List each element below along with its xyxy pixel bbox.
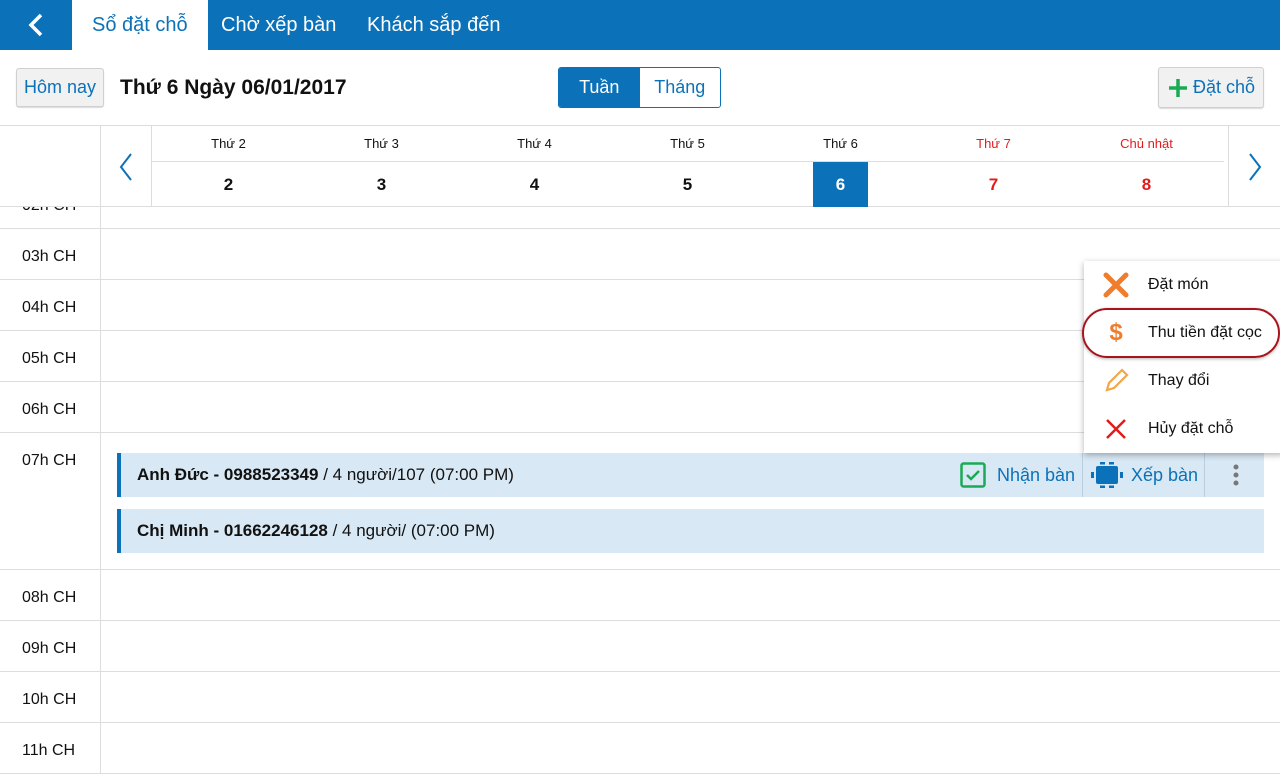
hour-label: 05h CH: [22, 350, 77, 367]
view-toggle: Tuần Tháng: [558, 67, 721, 108]
pencil-icon: [1105, 368, 1129, 392]
menu-item-cancel-booking[interactable]: Hủy đặt chỗ: [1084, 405, 1280, 453]
chevron-left-icon: [119, 152, 132, 181]
booking-detail: / 4 người/107 (07:00 PM): [318, 465, 514, 484]
divider: [1082, 453, 1083, 497]
chevron-left-icon: [28, 13, 43, 37]
booking-name: Anh Đức - 0988523349: [137, 465, 319, 484]
tab-waiting-table[interactable]: Chờ xếp bàn: [201, 0, 356, 50]
dollar-icon: $: [1109, 319, 1123, 346]
hour-label: 10h CH: [22, 691, 77, 708]
view-week-button[interactable]: Tuần: [559, 68, 640, 107]
day-name: Chủ nhật: [1120, 136, 1173, 151]
day-number-label: 7: [988, 175, 999, 194]
hour-label: 03h CH: [22, 248, 77, 265]
day-name: Thứ 2: [211, 136, 246, 151]
day-name: Thứ 5: [670, 136, 705, 151]
day-name: Thứ 7: [976, 136, 1011, 151]
hour-row[interactable]: 09h CH: [0, 621, 1280, 672]
day-number[interactable]: 5: [611, 162, 764, 207]
menu-item-change[interactable]: Thay đổi: [1084, 357, 1280, 405]
menu-item-label: Thu tiền đặt cọc: [1148, 324, 1262, 341]
more-vertical-icon: [1233, 464, 1239, 486]
hour-row[interactable]: 10h CH: [0, 672, 1280, 723]
day-number-label: 2: [223, 175, 234, 194]
hour-label: 08h CH: [22, 589, 77, 606]
add-booking-button[interactable]: Đặt chỗ: [1158, 67, 1264, 108]
hour-label: 09h CH: [22, 640, 77, 657]
hour-label: 06h CH: [22, 401, 77, 418]
arrange-table-label: Xếp bàn: [1131, 464, 1199, 485]
view-month-button[interactable]: Tháng: [640, 68, 721, 107]
divider: [1204, 453, 1205, 497]
menu-item-collect-deposit[interactable]: $ Thu tiền đặt cọc: [1084, 309, 1280, 357]
check-box-icon: [960, 462, 986, 488]
add-booking-label: Đặt chỗ: [1192, 77, 1256, 97]
receive-table-button[interactable]: Nhận bàn: [960, 453, 1075, 497]
day-number-label: 8: [1141, 175, 1152, 194]
back-button[interactable]: [0, 0, 72, 50]
booking-item[interactable]: Chị Minh - 01662246128 / 4 người/ (07:00…: [117, 509, 1264, 553]
prev-week-button[interactable]: [100, 126, 152, 207]
hour-label: 04h CH: [22, 299, 77, 316]
close-icon: [1106, 419, 1126, 439]
tab-booking-book[interactable]: Sổ đặt chỗ: [72, 0, 208, 50]
booking-name: Chị Minh - 01662246128: [137, 521, 328, 540]
day-number-label: 4: [529, 175, 540, 194]
day-number-label: 5: [682, 175, 693, 194]
hour-row[interactable]: 08h CH: [0, 570, 1280, 621]
day-name: Thứ 3: [364, 136, 399, 151]
plus-icon: [1168, 78, 1187, 97]
fork-knife-icon: [1103, 272, 1129, 298]
day-number[interactable]: 6: [764, 162, 917, 207]
top-bar: Sổ đặt chỗ Chờ xếp bàn Khách sắp đến: [0, 0, 1280, 50]
hour-label: 11h CH: [22, 742, 76, 759]
receive-table-label: Nhận bàn: [997, 464, 1076, 485]
day-number[interactable]: 7: [917, 162, 1070, 207]
booking-detail: / 4 người/ (07:00 PM): [327, 521, 495, 540]
table-icon: [1091, 462, 1123, 488]
hour-row[interactable]: 11h CH: [0, 723, 1280, 774]
day-number-label: 3: [376, 175, 387, 194]
day-number[interactable]: 8: [1070, 162, 1223, 207]
day-number[interactable]: 4: [458, 162, 611, 207]
menu-item-label: Đặt món: [1148, 276, 1209, 293]
time-column-divider: [100, 207, 101, 773]
day-name: Thứ 4: [517, 136, 552, 151]
day-number-label: 6: [813, 162, 868, 207]
more-options-button[interactable]: [1222, 453, 1250, 497]
week-header: Thứ 2 2 Thứ 3 3 Thứ 4 4 Thứ 5 5 Thứ 6 6 Thứ 7…: [0, 125, 1280, 207]
arrange-table-button[interactable]: Xếp bàn: [1090, 453, 1198, 497]
day-number[interactable]: 3: [305, 162, 458, 207]
hour-label: 07h CH: [22, 452, 77, 469]
page-title: Thứ 6 Ngày 06/01/2017: [120, 76, 347, 99]
menu-item-order-food[interactable]: Đặt món: [1084, 261, 1280, 309]
day-number[interactable]: 2: [152, 162, 305, 207]
next-week-button[interactable]: [1228, 126, 1280, 207]
today-button[interactable]: Hôm nay: [16, 68, 104, 107]
booking-context-menu: Đặt món $ Thu tiền đặt cọc Thay đổi Hủy …: [1084, 261, 1280, 453]
chevron-right-icon: [1248, 152, 1261, 181]
menu-item-label: Hủy đặt chỗ: [1148, 420, 1234, 437]
tab-upcoming-guests[interactable]: Khách sắp đến: [347, 0, 520, 50]
day-name: Thứ 6: [823, 136, 858, 151]
menu-item-label: Thay đổi: [1148, 372, 1210, 389]
